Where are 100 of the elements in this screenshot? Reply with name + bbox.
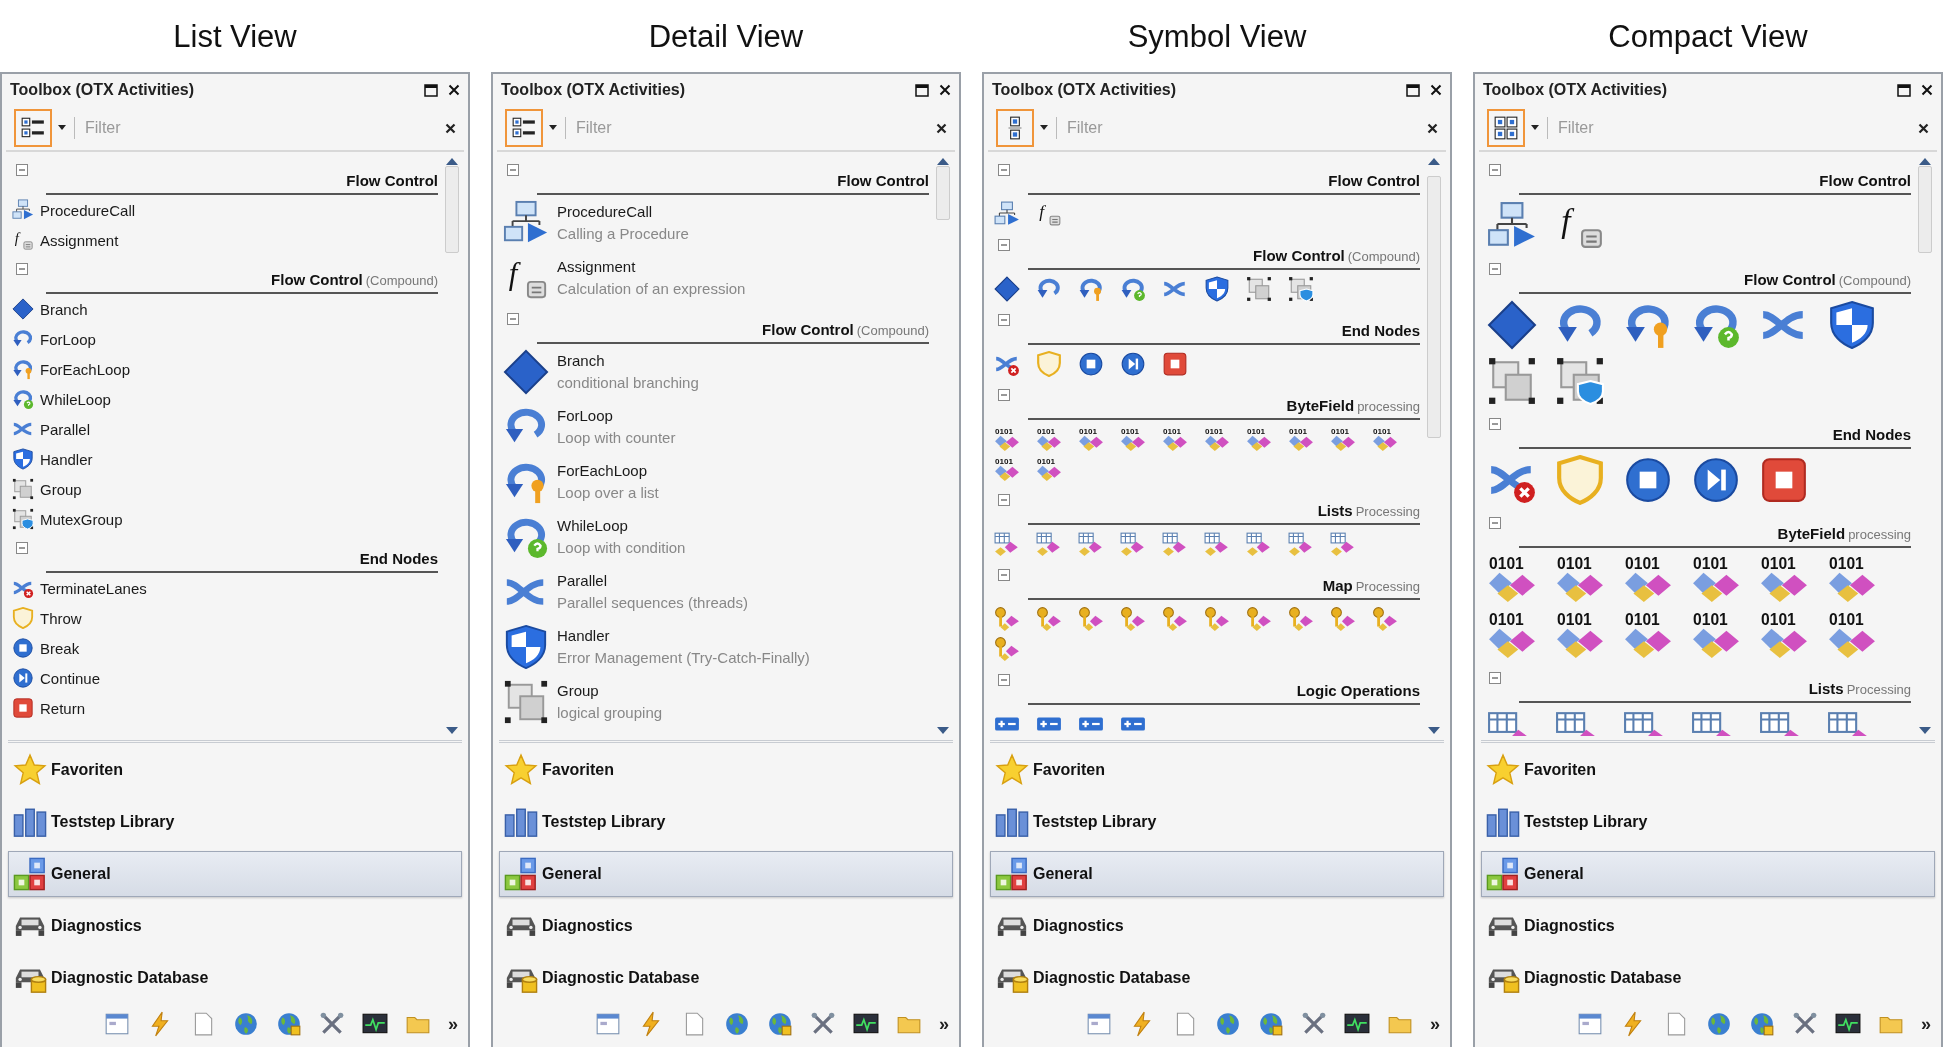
category-item[interactable]: Diagnostics — [499, 903, 953, 949]
category-item[interactable]: Diagnostic Database — [499, 955, 953, 1001]
skip-icon[interactable] — [1691, 455, 1741, 505]
key-table-icon[interactable] — [1372, 606, 1398, 632]
overflow-chevron[interactable]: » — [448, 1013, 458, 1035]
bytefield-icon[interactable] — [1761, 628, 1807, 658]
activity-name[interactable]: TerminateLanes — [40, 579, 147, 597]
key-table-icon[interactable] — [1288, 606, 1314, 632]
key-table-icon[interactable] — [1204, 606, 1230, 632]
category-item[interactable]: Favoriten — [1481, 747, 1935, 793]
maximize-icon[interactable] — [424, 83, 438, 97]
caret-icon[interactable] — [58, 125, 66, 131]
equals-box-icon[interactable] — [1049, 215, 1061, 226]
caret-icon[interactable] — [1531, 125, 1539, 131]
globe-icon[interactable] — [1706, 1011, 1732, 1037]
clear-icon[interactable] — [1427, 122, 1438, 134]
activity-name[interactable]: ForEachLoop — [40, 360, 131, 378]
bytefield-icon[interactable] — [1761, 572, 1807, 602]
activity-name[interactable]: Handler — [40, 450, 93, 468]
activity-name[interactable]: Throw — [40, 609, 82, 627]
activity-name[interactable]: Parallel — [557, 572, 748, 589]
clear-icon[interactable] — [445, 122, 456, 134]
caret-icon[interactable] — [549, 125, 557, 131]
scrollbar-thumb[interactable] — [1918, 166, 1932, 253]
shield-icon[interactable] — [1204, 276, 1230, 302]
key-table-icon[interactable] — [1246, 606, 1272, 632]
category-item[interactable]: Diagnostic Database — [990, 955, 1444, 1001]
close-icon[interactable] — [939, 84, 951, 96]
equals-box-icon[interactable] — [1581, 229, 1602, 248]
bytefield-icon[interactable] — [1829, 628, 1875, 658]
activity-name[interactable]: ForLoop — [40, 330, 96, 348]
collapse-icon[interactable] — [998, 389, 1010, 401]
activity-name[interactable]: Parallel — [40, 420, 91, 438]
stop-icon[interactable] — [1162, 351, 1188, 377]
bytefield-icon[interactable] — [1693, 572, 1739, 602]
scroll-up-arrow-icon[interactable] — [1427, 156, 1441, 166]
activity-name[interactable]: ForEachLoop — [557, 462, 659, 479]
loop-key-icon[interactable] — [1078, 276, 1104, 302]
globe-icon[interactable] — [724, 1011, 750, 1037]
bytefield-icon[interactable] — [1373, 435, 1397, 451]
grid-view-icon[interactable] — [1493, 115, 1519, 141]
collapse-icon[interactable] — [16, 164, 28, 176]
maximize-icon[interactable] — [915, 83, 929, 97]
scroll-down-arrow-icon[interactable] — [1918, 726, 1932, 736]
stop-icon[interactable] — [1759, 455, 1809, 505]
skip-icon[interactable] — [1120, 351, 1146, 377]
table-icon[interactable] — [994, 531, 1020, 557]
window-icon[interactable] — [104, 1011, 130, 1037]
scroll-up-arrow-icon[interactable] — [445, 156, 459, 166]
activity-name[interactable]: ProcedureCall — [557, 203, 689, 220]
scrollbar-thumb[interactable] — [1427, 176, 1441, 438]
activity-name[interactable]: MutexGroup — [40, 510, 123, 528]
bytefield-icon[interactable] — [1079, 435, 1103, 451]
group-shield-icon[interactable] — [1288, 276, 1314, 302]
bytefield-icon[interactable] — [995, 435, 1019, 451]
collapse-icon[interactable] — [998, 239, 1010, 251]
shield-icon[interactable] — [1827, 300, 1877, 350]
close-icon[interactable] — [448, 84, 460, 96]
collapse-icon[interactable] — [998, 314, 1010, 326]
loop-question-icon[interactable] — [1120, 276, 1146, 302]
stop-icon[interactable] — [1623, 455, 1673, 505]
bytefield-icon[interactable] — [1625, 628, 1671, 658]
activity-name[interactable]: ForLoop — [557, 407, 676, 424]
close-icon[interactable] — [1430, 84, 1442, 96]
collapse-icon[interactable] — [16, 542, 28, 554]
close-icon[interactable] — [1921, 84, 1933, 96]
key-table-icon[interactable] — [1330, 606, 1356, 632]
key-table-icon[interactable] — [994, 606, 1020, 632]
activity-name[interactable]: Group — [40, 480, 82, 498]
category-item[interactable]: Teststep Library — [1481, 799, 1935, 845]
category-item[interactable]: Diagnostic Database — [8, 955, 462, 1001]
diamond-icon[interactable] — [1487, 300, 1537, 350]
collapse-icon[interactable] — [998, 494, 1010, 506]
scroll-down-arrow-icon[interactable] — [936, 726, 950, 736]
activity-name[interactable]: Continue — [40, 669, 101, 687]
overflow-chevron[interactable]: » — [1921, 1013, 1931, 1035]
bytefield-icon[interactable] — [1331, 435, 1355, 451]
bytefield-icon[interactable] — [995, 465, 1019, 481]
tools-icon[interactable] — [319, 1011, 345, 1037]
category-item[interactable]: Favoriten — [990, 747, 1444, 793]
view-mode-button[interactable] — [14, 109, 52, 147]
category-item[interactable]: General — [1481, 851, 1935, 897]
key-table-icon[interactable] — [1036, 606, 1062, 632]
activity-name[interactable]: Group — [557, 682, 663, 699]
collapse-icon[interactable] — [507, 313, 519, 325]
category-item[interactable]: Diagnostics — [1481, 903, 1935, 949]
activity-name[interactable]: Branch — [40, 300, 88, 318]
category-item[interactable]: Teststep Library — [8, 799, 462, 845]
bytefield-icon[interactable] — [1693, 628, 1739, 658]
table-icon[interactable] — [1078, 531, 1104, 557]
scroll-up-arrow-icon[interactable] — [1918, 156, 1932, 166]
bytefield-icon[interactable] — [1121, 435, 1145, 451]
stop-icon[interactable] — [1078, 351, 1104, 377]
scroll-down-arrow-icon[interactable] — [1427, 726, 1441, 736]
caret-icon[interactable] — [1040, 125, 1048, 131]
globe-lock-icon[interactable] — [1258, 1011, 1284, 1037]
table-icon[interactable] — [1330, 531, 1356, 557]
collapse-icon[interactable] — [998, 569, 1010, 581]
globe-icon[interactable] — [1215, 1011, 1241, 1037]
category-item[interactable]: Teststep Library — [990, 799, 1444, 845]
